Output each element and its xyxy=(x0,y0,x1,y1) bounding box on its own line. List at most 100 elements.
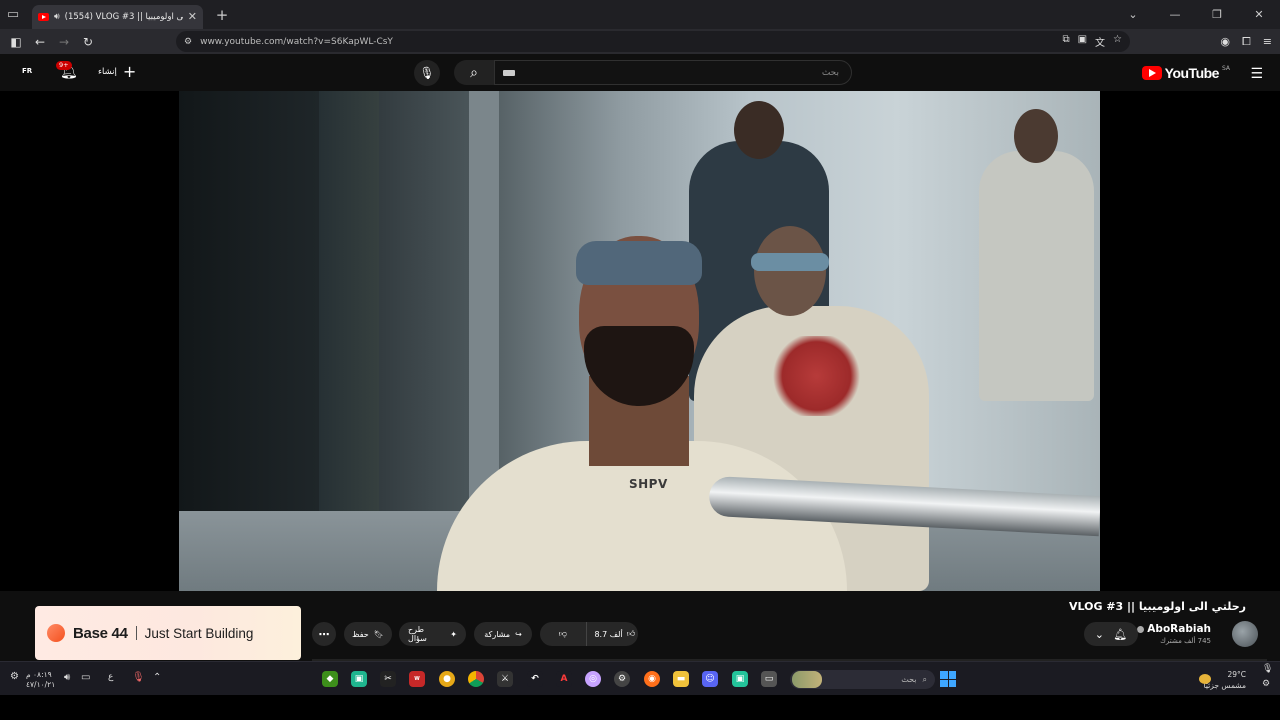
back-button[interactable]: ← xyxy=(28,35,52,49)
subscription-button[interactable]: ⌄ 🔔︎ xyxy=(1084,622,1138,646)
video-scene-person xyxy=(979,151,1094,401)
channel-name-text: AboRabiah xyxy=(1147,623,1211,635)
game-icon[interactable]: ⚔ xyxy=(497,671,513,687)
picture-in-picture-icon[interactable]: ⧉ xyxy=(1062,34,1069,49)
tab-search-chevron-icon[interactable]: ⌄ xyxy=(1112,8,1154,21)
translate-icon[interactable]: 文 xyxy=(1095,34,1105,49)
notifications-bell-icon[interactable]: 🔔︎ 9+ xyxy=(56,61,78,80)
ad-banner[interactable]: Base 44 Just Start Building xyxy=(35,606,301,660)
video-player[interactable]: SHPV xyxy=(179,91,1100,591)
like-count: 8.7 ألف xyxy=(594,629,623,639)
browser-tab-youtube[interactable]: 🔊︎ (1554) VLOG #3 || رحلتي الى اولوميبيا… xyxy=(32,4,203,29)
windows-start-icon[interactable] xyxy=(940,671,956,687)
nvidia-icon[interactable]: ◆ xyxy=(322,671,338,687)
discord-icon[interactable]: ☺ xyxy=(702,671,718,687)
verified-icon xyxy=(1137,625,1145,633)
guide-menu-icon[interactable]: ☰ xyxy=(1250,66,1263,82)
network-icon[interactable]: ▭ xyxy=(81,672,90,683)
share-label: مشاركة xyxy=(484,629,511,639)
folder-icon[interactable]: ▬ xyxy=(673,671,689,687)
browser-menu-icon[interactable]: ≡ xyxy=(1263,35,1272,48)
windows-taskbar: ⚙ ٠٨:١٩ م ٤٧/١٠/٢١ 🔊︎ ▭ ع 🎙︎ ⌃ ◆ ▣ ✂ W ●… xyxy=(0,661,1280,695)
share-button[interactable]: مشاركة ↪ xyxy=(474,622,532,646)
channel-avatar[interactable] xyxy=(1232,621,1258,647)
tab-actions-icon[interactable]: ▭ xyxy=(0,0,26,29)
youtube-logo[interactable]: YouTube SA xyxy=(1141,65,1230,81)
arrow-app-icon[interactable]: ↶ xyxy=(527,671,543,687)
clock-date: ٤٧/١٠/٢١ xyxy=(26,680,56,689)
search-icon: ⌕ xyxy=(470,64,478,81)
forward-button[interactable]: → xyxy=(52,35,76,49)
url-text[interactable]: www.youtube.com/watch?v=S6KapWL-CsY xyxy=(200,37,393,47)
youtube-wordmark: YouTube xyxy=(1164,65,1220,81)
favorite-star-icon[interactable]: ☆ xyxy=(1113,34,1122,49)
close-window-button[interactable]: ✕ xyxy=(1238,8,1280,21)
volume-icon[interactable]: 🔊︎ xyxy=(64,672,70,683)
circle-app-icon[interactable]: ◎ xyxy=(585,671,601,687)
ask-button[interactable]: طرح سؤال ✦ xyxy=(399,622,466,646)
base44-logo-icon xyxy=(47,624,65,642)
chevron-down-icon: ⌄ xyxy=(1094,627,1104,641)
ad-brand: Base 44 xyxy=(73,624,128,642)
account-avatar[interactable]: FR xyxy=(22,67,40,79)
clock[interactable]: ٠٨:١٩ م ٤٧/١٠/٢١ xyxy=(26,670,55,690)
video-scene-person xyxy=(754,226,826,316)
notification-center-icon[interactable]: ⚙ xyxy=(1262,679,1270,689)
extensions-icon[interactable]: ⧠ xyxy=(1242,35,1251,49)
youtube-favicon-icon xyxy=(38,12,49,21)
ad-separator xyxy=(135,626,137,640)
window-app-icon[interactable]: ▭ xyxy=(761,671,777,687)
adobe-icon[interactable]: A xyxy=(556,671,572,687)
restore-button[interactable]: ❐ xyxy=(1196,8,1238,21)
search-input[interactable]: بحث xyxy=(494,60,852,85)
youtube-header: FR 🔔︎ 9+ إنشاء + 🎙︎ ⌕ بحث YouTube SA ☰ xyxy=(0,54,1280,91)
minimize-button[interactable]: — xyxy=(1154,8,1196,21)
chevron-up-icon[interactable]: ⌃ xyxy=(153,672,161,683)
language-indicator[interactable]: ع xyxy=(108,672,113,682)
video-shirt-text: SHPV xyxy=(629,477,668,491)
like-button[interactable]: 8.7 ألف 👍︎ xyxy=(592,622,638,646)
new-tab-button[interactable]: + xyxy=(209,6,235,24)
address-bar[interactable]: ⚙ www.youtube.com/watch?v=S6KapWL-CsY ⧉ … xyxy=(176,31,1130,52)
share-arrow-icon: ↪ xyxy=(515,629,522,639)
more-actions-button[interactable]: ⋯ xyxy=(312,622,336,646)
capcut-icon[interactable]: ✂ xyxy=(380,671,396,687)
weather-widget[interactable]: 29°C مشمس جزئيًا xyxy=(1199,669,1246,691)
like-dislike-group: 👎︎ 8.7 ألف 👍︎ xyxy=(540,622,638,646)
taskbar-search[interactable]: بحث ⌕ xyxy=(790,670,935,689)
firefox-icon[interactable]: ◉ xyxy=(644,671,660,687)
site-info-icon[interactable]: ⚙ xyxy=(184,37,192,47)
ad-tagline: Just Start Building xyxy=(144,625,254,641)
search-button[interactable]: ⌕ xyxy=(454,60,494,85)
reload-button[interactable]: ↻ xyxy=(76,35,100,49)
subscription-bell-icon: 🔔︎ xyxy=(1113,627,1128,641)
speaker-icon[interactable]: 🔊︎ xyxy=(54,12,60,22)
save-button[interactable]: حفظ 🔖︎ xyxy=(344,622,392,646)
screen-bottom-border xyxy=(0,695,1280,720)
microphone-icon[interactable]: 🎙︎ xyxy=(132,672,145,683)
app-green-icon[interactable]: ▣ xyxy=(732,671,748,687)
chrome-icon-a[interactable]: ● xyxy=(439,671,455,687)
search-placeholder: بحث xyxy=(821,67,839,78)
create-button[interactable]: إنشاء + xyxy=(98,64,136,80)
sun-cloud-icon xyxy=(1199,674,1211,684)
steam-icon[interactable]: ⚙ xyxy=(614,671,630,687)
app-icon[interactable]: ▣ xyxy=(351,671,367,687)
settings-gear-icon[interactable]: ⚙ xyxy=(10,671,19,682)
video-scene-headband xyxy=(751,253,829,271)
channel-name[interactable]: AboRabiah xyxy=(1137,623,1211,635)
profile-icon[interactable]: ◉ xyxy=(1220,35,1230,48)
input-keyboard-icon xyxy=(503,70,515,76)
video-scene-headband xyxy=(576,241,702,285)
dislike-button[interactable]: 👎︎ xyxy=(540,622,587,646)
search-highlight-image xyxy=(792,671,822,688)
chrome-icon[interactable] xyxy=(468,671,484,687)
create-label: إنشاء xyxy=(98,67,117,77)
close-tab-icon[interactable]: ✕ xyxy=(188,10,197,23)
mic-tray-icon[interactable]: 🎙︎ xyxy=(1262,664,1273,674)
video-title: رحلتي الى اولوميبيا || VLOG #3 xyxy=(1068,600,1246,613)
voice-search-icon[interactable]: 🎙︎ xyxy=(414,60,440,86)
sidebar-toggle-icon[interactable]: ◧ xyxy=(4,35,28,49)
writer-icon[interactable]: W xyxy=(409,671,425,687)
reader-icon[interactable]: ▣ xyxy=(1078,34,1087,49)
